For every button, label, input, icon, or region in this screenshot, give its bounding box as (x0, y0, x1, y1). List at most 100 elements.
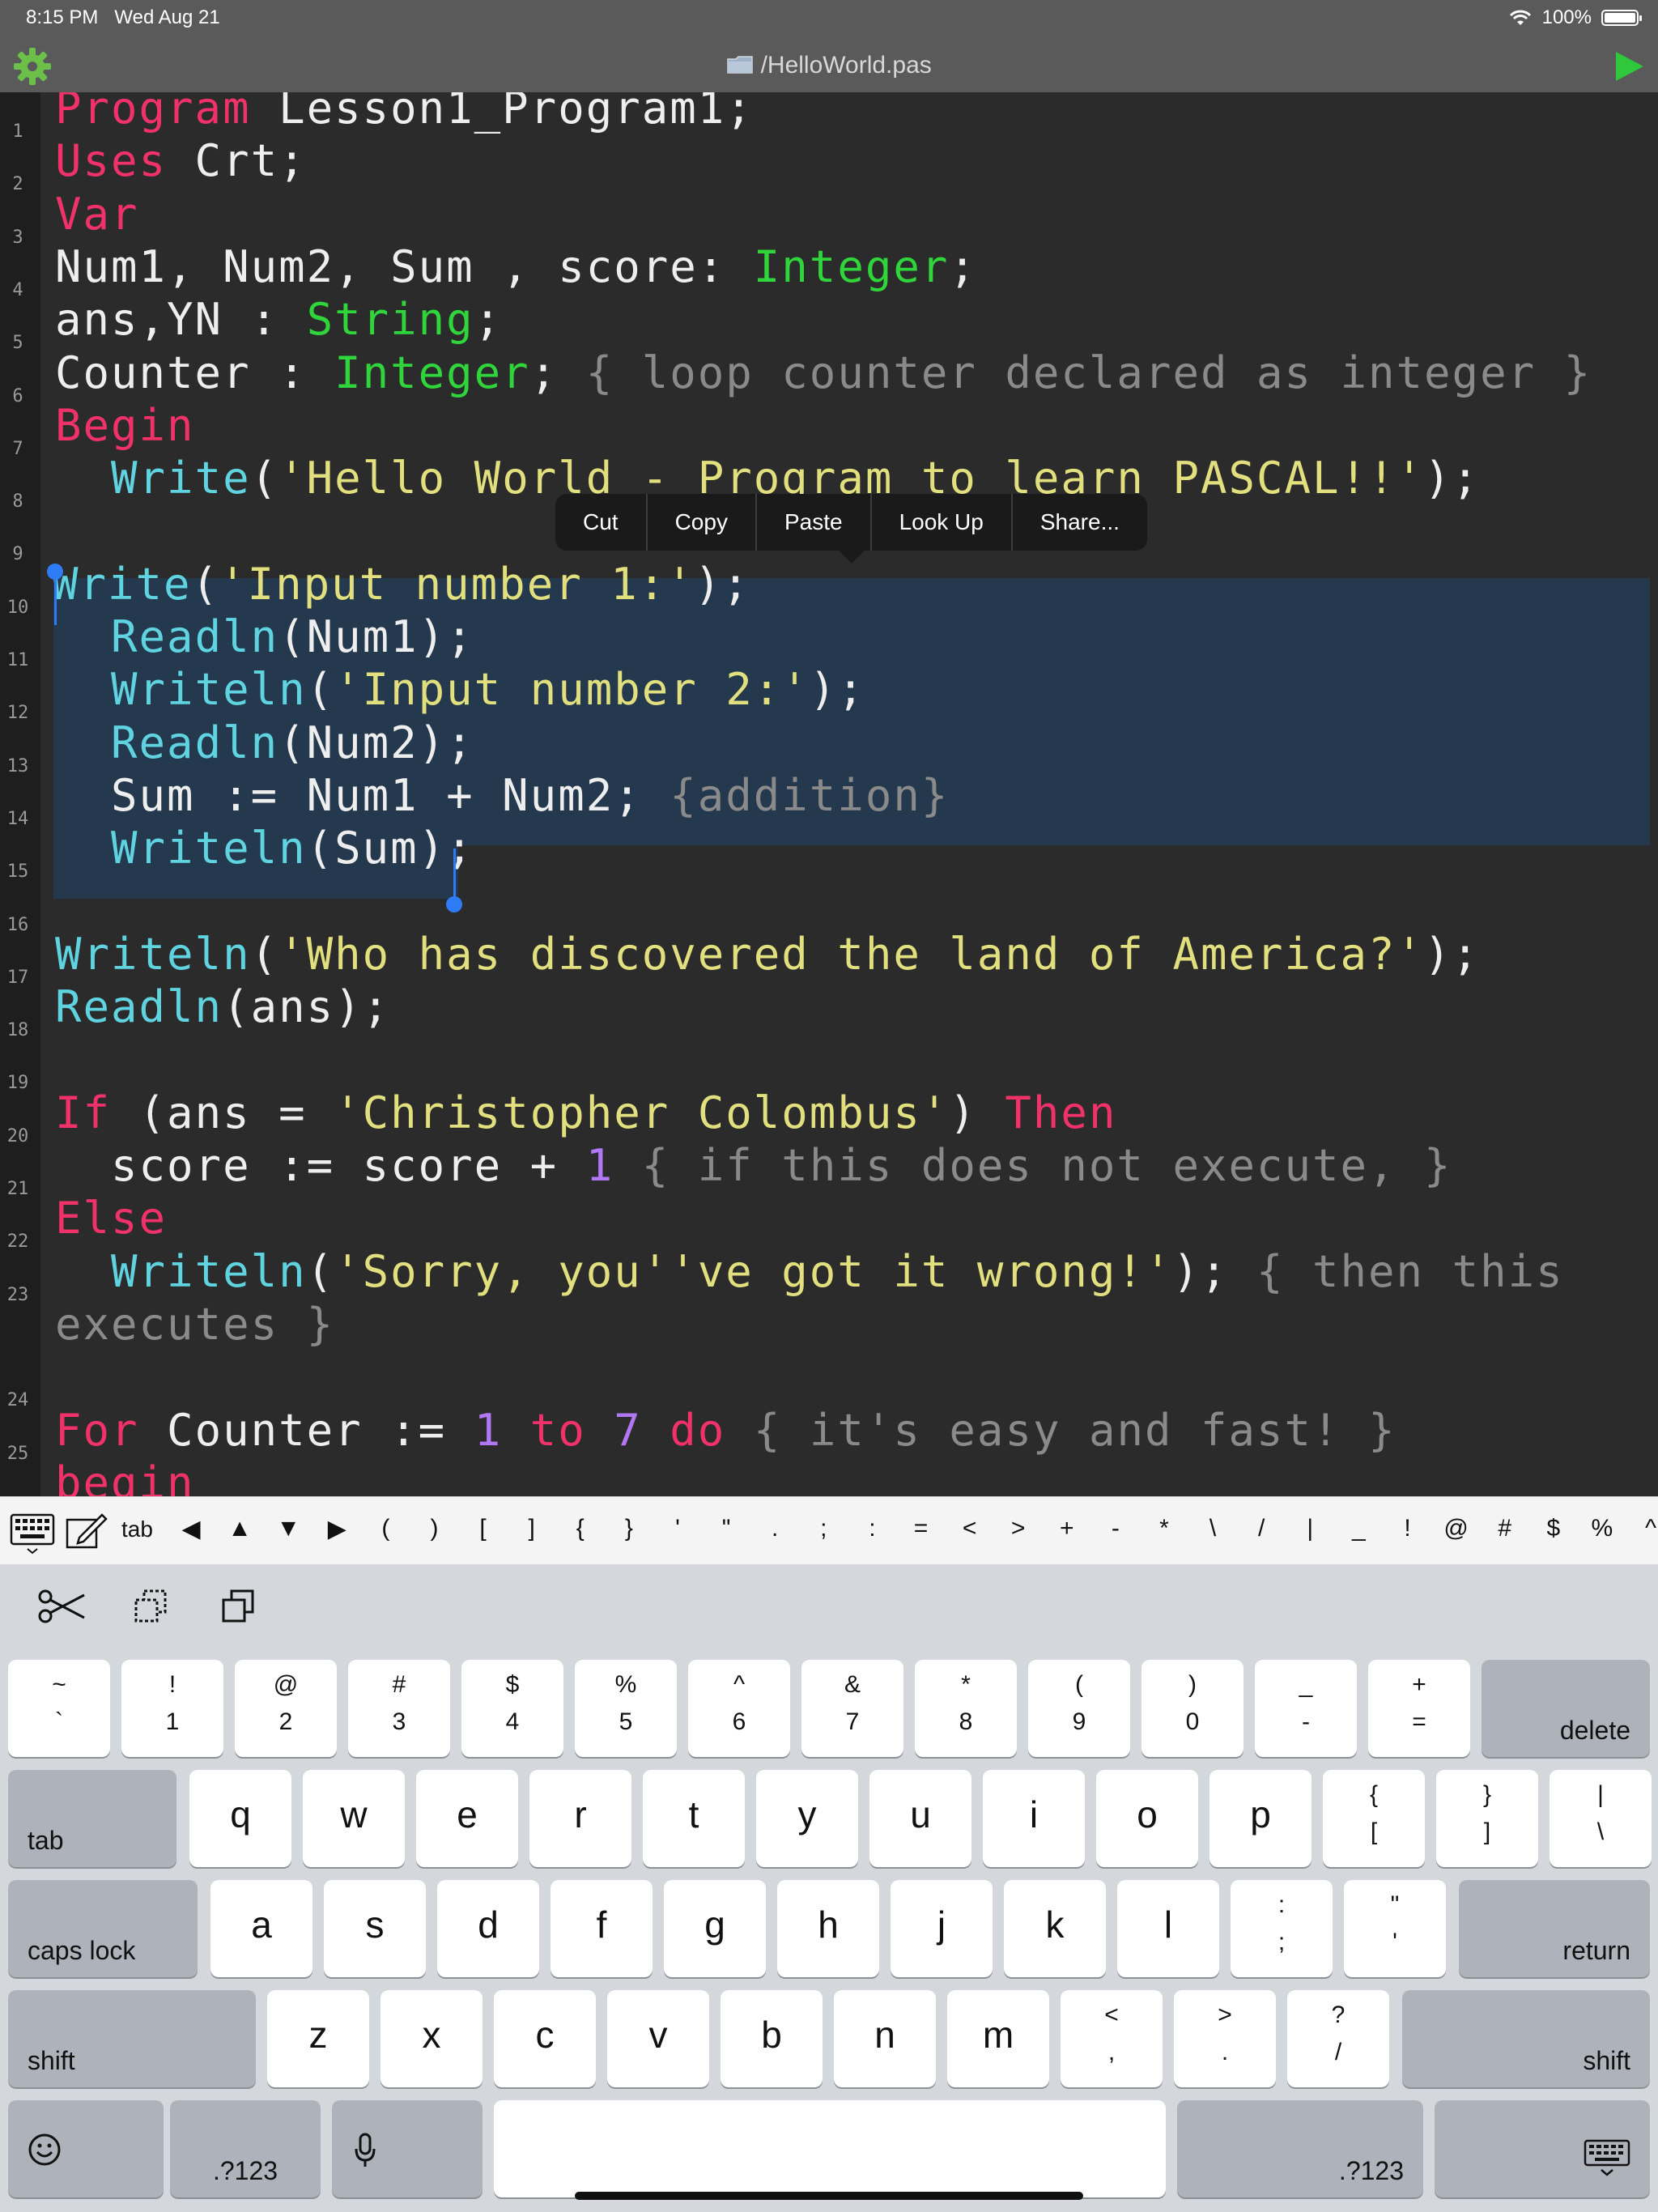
run-play-icon[interactable] (1611, 49, 1647, 84)
key-y[interactable]: y (756, 1770, 858, 1867)
accessory-symbol-key[interactable]: [ (459, 1515, 508, 1542)
accessory-symbol-key[interactable]: % (1578, 1515, 1626, 1542)
numbers-key-left[interactable]: .?123 (170, 2100, 321, 2197)
accessory-symbol-key[interactable]: < (946, 1515, 994, 1542)
paste-icon[interactable] (220, 1589, 256, 1624)
accessory-symbol-key[interactable]: " (702, 1515, 750, 1542)
space-bar[interactable] (494, 2100, 1166, 2197)
accessory-symbol-key[interactable]: ; (799, 1515, 848, 1542)
emoji-key[interactable] (8, 2100, 164, 2197)
key-symbol[interactable]: }] (1436, 1770, 1538, 1867)
caps-lock-key[interactable]: caps lock (8, 1880, 198, 1977)
accessory-symbol-key[interactable]: ▶ (312, 1515, 361, 1543)
accessory-symbol-key[interactable]: . (750, 1515, 799, 1542)
return-key[interactable]: return (1459, 1880, 1650, 1977)
key-q[interactable]: q (189, 1770, 291, 1867)
code-editor[interactable]: 1 2 3 4 5 6 7 8 9 10 11 12 13 14 15 16 17 18 19 20 21 22 23 24 2… (0, 92, 1658, 1496)
menu-look-up[interactable]: Look Up (872, 494, 1013, 551)
shift-right-key[interactable]: shift (1402, 1990, 1650, 2087)
accessory-symbol-key[interactable]: ( (361, 1515, 410, 1542)
shift-left-key[interactable]: shift (8, 1990, 256, 2087)
accessory-symbol-key[interactable]: ▼ (264, 1515, 312, 1542)
key-z[interactable]: z (267, 1990, 369, 2087)
accessory-symbol-key[interactable]: | (1286, 1515, 1334, 1542)
menu-copy[interactable]: Copy (648, 494, 757, 551)
key-j[interactable]: j (891, 1880, 993, 1977)
menu-cut[interactable]: Cut (555, 494, 648, 551)
key-m[interactable]: m (947, 1990, 1049, 2087)
key-o[interactable]: o (1096, 1770, 1198, 1867)
key-1[interactable]: ! 1 (121, 1660, 223, 1757)
accessory-symbol-key[interactable]: ^ (1626, 1515, 1658, 1542)
key-symbol[interactable]: >. (1174, 1990, 1276, 2087)
key-d[interactable]: d (437, 1880, 539, 1977)
key-a[interactable]: a (210, 1880, 312, 1977)
numbers-key-right[interactable]: .?123 (1177, 2100, 1423, 2197)
key-11[interactable]: _ - (1255, 1660, 1357, 1757)
hide-keyboard-key[interactable] (1435, 2100, 1650, 2197)
accessory-symbol-key[interactable]: - (1091, 1515, 1140, 1542)
key-b[interactable]: b (721, 1990, 823, 2087)
key-f[interactable]: f (551, 1880, 653, 1977)
key-p[interactable]: p (1209, 1770, 1312, 1867)
accessory-symbol-key[interactable]: + (1043, 1515, 1091, 1542)
key-3[interactable]: #3 (348, 1660, 450, 1757)
accessory-symbol-key[interactable]: # (1481, 1515, 1529, 1542)
accessory-symbol-key[interactable]: ) (410, 1515, 459, 1542)
keyboard-toggle-icon[interactable] (10, 1513, 55, 1555)
key-g[interactable]: g (664, 1880, 766, 1977)
key-4[interactable]: $4 (461, 1660, 563, 1757)
key-r[interactable]: r (529, 1770, 631, 1867)
key-t[interactable]: t (643, 1770, 745, 1867)
key-8[interactable]: * 8 (915, 1660, 1017, 1757)
accessory-symbol-key[interactable]: _ (1334, 1515, 1383, 1542)
key-c[interactable]: c (494, 1990, 596, 2087)
accessory-symbol-key[interactable]: ! (1384, 1515, 1432, 1542)
tab-key[interactable]: tab (8, 1770, 176, 1867)
accessory-symbol-key[interactable]: ◀ (167, 1515, 215, 1543)
accessory-symbol-key[interactable]: : (848, 1515, 896, 1542)
key-n[interactable]: n (834, 1990, 936, 2087)
accessory-tab[interactable]: tab (121, 1516, 153, 1542)
menu-paste[interactable]: Paste (757, 494, 872, 551)
edit-note-icon[interactable] (65, 1512, 108, 1551)
accessory-symbol-key[interactable]: ] (508, 1515, 556, 1542)
accessory-symbol-key[interactable]: { (556, 1515, 605, 1542)
key-0[interactable]: ~ ` (8, 1660, 110, 1757)
key-x[interactable]: x (380, 1990, 483, 2087)
key-symbol[interactable]: <, (1061, 1990, 1163, 2087)
accessory-symbol-key[interactable]: > (994, 1515, 1043, 1542)
key-symbol[interactable]: :; (1231, 1880, 1333, 1977)
key-k[interactable]: k (1004, 1880, 1106, 1977)
key-h[interactable]: h (777, 1880, 879, 1977)
key-2[interactable]: @2 (235, 1660, 337, 1757)
key-7[interactable]: & 7 (801, 1660, 903, 1757)
key-i[interactable]: i (983, 1770, 1085, 1867)
key-symbol[interactable]: " ' (1344, 1880, 1446, 1977)
accessory-symbol-key[interactable]: @ (1432, 1515, 1481, 1542)
menu-share[interactable]: Share... (1013, 494, 1147, 551)
key-6[interactable]: ^ 6 (688, 1660, 790, 1757)
accessory-symbol-key[interactable]: ' (653, 1515, 702, 1542)
delete-key[interactable]: delete (1482, 1660, 1650, 1757)
key-12[interactable]: + = (1368, 1660, 1470, 1757)
accessory-symbol-key[interactable]: * (1140, 1515, 1188, 1542)
key-symbol[interactable]: ? / (1287, 1990, 1389, 2087)
accessory-symbol-key[interactable]: ▲ (215, 1515, 264, 1542)
key-symbol[interactable]: | \ (1550, 1770, 1652, 1867)
key-9[interactable]: (9 (1028, 1660, 1130, 1757)
accessory-symbol-key[interactable]: } (605, 1515, 653, 1542)
accessory-symbol-key[interactable]: $ (1529, 1515, 1578, 1542)
key-s[interactable]: s (324, 1880, 426, 1977)
accessory-symbol-key[interactable]: \ (1188, 1515, 1237, 1542)
key-u[interactable]: u (869, 1770, 971, 1867)
cut-scissors-icon[interactable] (37, 1589, 87, 1624)
accessory-symbol-key[interactable]: = (897, 1515, 946, 1542)
key-symbol[interactable]: {[ (1323, 1770, 1425, 1867)
key-5[interactable]: % 5 (575, 1660, 677, 1757)
dictation-key[interactable] (332, 2100, 483, 2197)
selection-end-handle[interactable] (446, 896, 462, 912)
key-10[interactable]: ) 0 (1141, 1660, 1244, 1757)
copy-icon[interactable] (133, 1589, 168, 1624)
key-e[interactable]: e (416, 1770, 518, 1867)
